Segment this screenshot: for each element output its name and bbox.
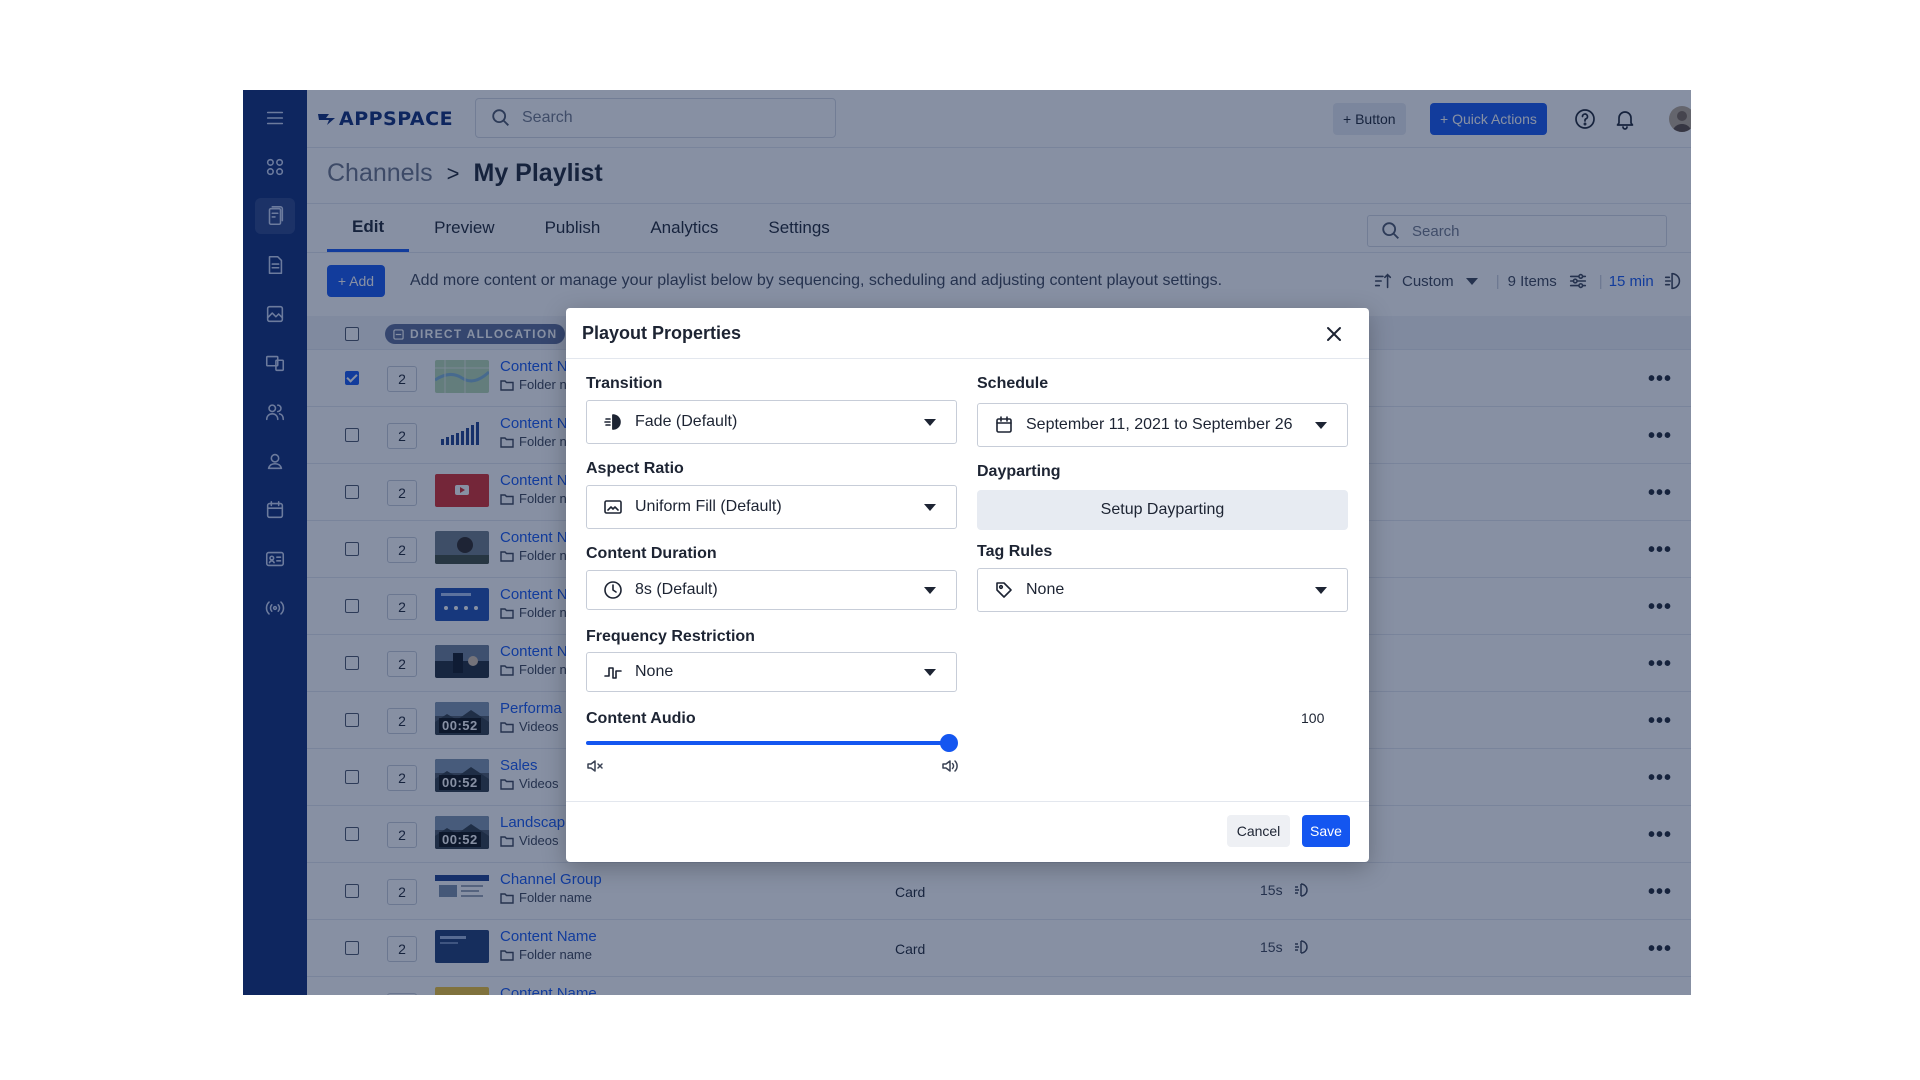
volume-max-icon[interactable] xyxy=(941,757,959,775)
aspect-ratio-icon xyxy=(603,497,623,517)
tag-rules-select[interactable]: None xyxy=(977,568,1348,612)
transition-select[interactable]: Fade (Default) xyxy=(586,400,957,444)
tag-rules-label: Tag Rules xyxy=(977,543,1053,560)
save-button[interactable]: Save xyxy=(1302,815,1350,847)
chevron-down-icon xyxy=(924,669,936,676)
divider xyxy=(566,801,1369,802)
dialog-header: Playout Properties xyxy=(566,308,1369,359)
calendar-icon xyxy=(994,415,1014,435)
schedule-label: Schedule xyxy=(977,375,1049,392)
cancel-button[interactable]: Cancel xyxy=(1227,815,1290,847)
frequency-restriction-value: None xyxy=(635,663,674,680)
transition-label: Transition xyxy=(586,375,663,392)
transition-value: Fade (Default) xyxy=(635,413,738,430)
schedule-select[interactable]: September 11, 2021 to September 26 xyxy=(977,403,1348,447)
close-icon[interactable] xyxy=(1323,323,1345,345)
aspect-ratio-select[interactable]: Uniform Fill (Default) xyxy=(586,485,957,529)
chevron-down-icon xyxy=(1315,422,1327,429)
playout-properties-dialog: Playout Properties Transition Fade (Defa… xyxy=(566,308,1369,862)
mute-icon[interactable] xyxy=(586,757,604,775)
setup-dayparting-button[interactable]: Setup Dayparting xyxy=(977,490,1348,530)
aspect-ratio-value: Uniform Fill (Default) xyxy=(635,498,782,515)
transition-icon xyxy=(603,412,623,432)
content-audio-slider-track[interactable] xyxy=(586,741,949,745)
frequency-restriction-label: Frequency Restriction xyxy=(586,628,755,645)
dayparting-label: Dayparting xyxy=(977,463,1061,480)
chevron-down-icon xyxy=(1315,587,1327,594)
content-audio-slider-thumb[interactable] xyxy=(940,734,958,752)
schedule-value: September 11, 2021 to September 26 xyxy=(1026,416,1293,433)
chevron-down-icon xyxy=(924,587,936,594)
frequency-restriction-select[interactable]: None xyxy=(586,652,957,692)
content-audio-value: 100 xyxy=(1301,710,1325,726)
aspect-ratio-label: Aspect Ratio xyxy=(586,460,684,477)
content-audio-label: Content Audio xyxy=(586,710,696,727)
content-duration-select[interactable]: 8s (Default) xyxy=(586,570,957,610)
tag-icon xyxy=(994,580,1014,600)
content-duration-value: 8s (Default) xyxy=(635,581,718,598)
chevron-down-icon xyxy=(924,419,936,426)
dialog-title: Playout Properties xyxy=(582,323,742,343)
chevron-down-icon xyxy=(924,504,936,511)
content-duration-label: Content Duration xyxy=(586,545,717,562)
frequency-icon xyxy=(603,662,623,682)
app-window: APPSPACE Search + Button + Quick Actions… xyxy=(243,90,1691,995)
clock-icon xyxy=(603,580,623,600)
tag-rules-value: None xyxy=(1026,581,1065,598)
